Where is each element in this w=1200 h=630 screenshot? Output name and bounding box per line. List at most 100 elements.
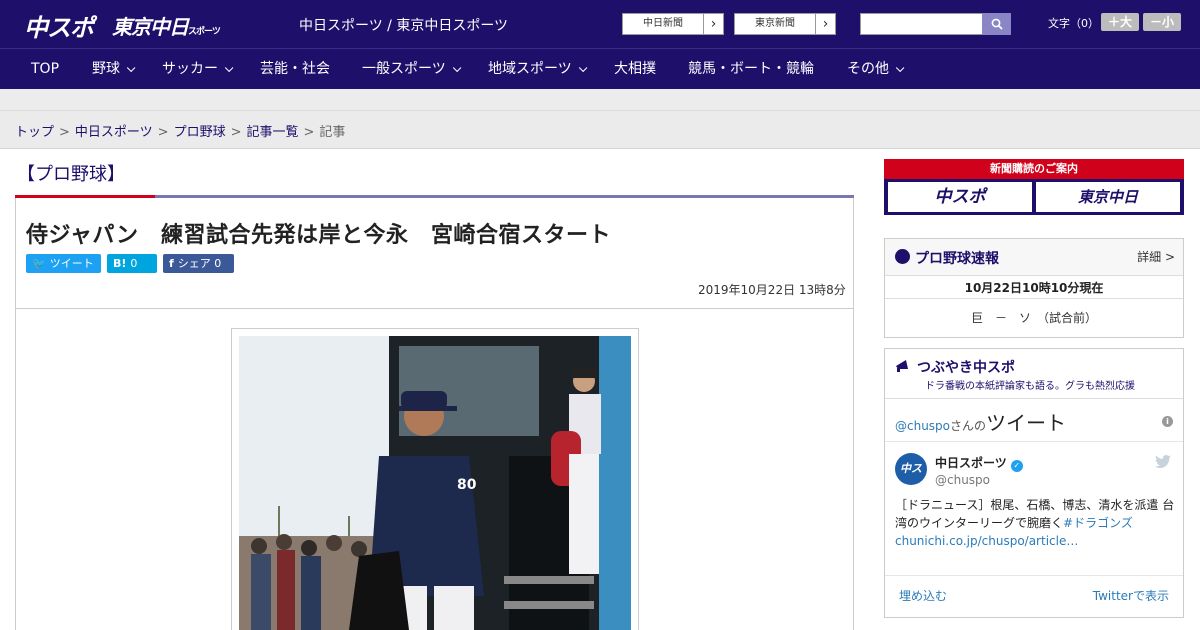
- article-photo[interactable]: 80: [239, 336, 631, 630]
- search-input[interactable]: [860, 13, 983, 35]
- tweet-footer-separator: [885, 575, 1183, 576]
- hatena-bookmark-button[interactable]: B! 0: [107, 254, 157, 273]
- nav-label: その他: [847, 61, 889, 77]
- site-name: 中日スポーツ / 東京中日スポーツ: [299, 18, 509, 34]
- subscription-title: 新聞購読のご案内: [884, 159, 1184, 179]
- font-increase-button[interactable]: ＋大: [1101, 13, 1139, 31]
- breadcrumb-separator: >: [59, 125, 70, 140]
- avatar[interactable]: 中スポ: [895, 453, 927, 507]
- breadcrumb-separator: >: [230, 125, 242, 140]
- article-category: 【プロ野球】: [17, 164, 125, 185]
- score-details-link[interactable]: 詳細 >: [1137, 248, 1175, 265]
- publish-date: 2019年10月22日 13時8分: [698, 283, 846, 297]
- chevron-down-icon: [126, 63, 136, 73]
- fb-count: 0: [214, 257, 222, 270]
- nav-baseball[interactable]: 野球: [92, 49, 136, 90]
- article-divider: [16, 308, 853, 309]
- facebook-share-button[interactable]: f シェア 0: [163, 254, 234, 273]
- breadcrumb-pro-baseball[interactable]: プロ野球: [174, 125, 226, 140]
- tweet-button[interactable]: 🐦 ツイート: [26, 254, 101, 273]
- ext-link-label: 東京新聞: [755, 18, 795, 29]
- nav-label: 一般スポーツ: [362, 61, 446, 77]
- breadcrumb-current: 記事: [319, 125, 346, 140]
- subscribe-chuspo-logo: 中スポ: [888, 182, 1032, 212]
- chevron-right-icon: ›: [815, 14, 835, 34]
- baseball-icon: [895, 249, 910, 264]
- tweet-label: ツイート: [49, 257, 94, 270]
- breadcrumb: トップ > 中日スポーツ > プロ野球 > 記事一覧 > 記事: [15, 121, 345, 140]
- score-game-row[interactable]: 巨 － ソ （試合前）: [885, 309, 1183, 326]
- verified-icon: ✓: [1010, 460, 1023, 472]
- hatena-count: 0: [130, 257, 138, 270]
- breadcrumb-chunichi-sports[interactable]: 中日スポーツ: [75, 125, 153, 140]
- baseball-score-box: プロ野球速報 詳細 > 10月22日10時10分現在 巨 － ソ （試合前）: [884, 238, 1184, 338]
- chunichi-shimbun-link[interactable]: 中日新聞 ›: [622, 13, 724, 35]
- tweet-box-title: つぶやき中スポ: [917, 360, 1015, 376]
- embed-link[interactable]: 埋め込む: [899, 587, 947, 604]
- tokyo-logo-small: スポーツ: [188, 27, 221, 37]
- photo-illustration: 80: [239, 336, 631, 630]
- tweet-separator: [885, 441, 1183, 442]
- tweet-author-label: 中日スポーツ: [935, 456, 1007, 470]
- breadcrumb-top[interactable]: トップ: [15, 125, 54, 140]
- search-icon: [991, 18, 1003, 30]
- breadcrumb-bar: トップ > 中日スポーツ > プロ野球 > 記事一覧 > 記事: [0, 111, 1200, 149]
- nav-top[interactable]: TOP: [31, 49, 59, 90]
- nav-label: 大相撲: [614, 61, 656, 77]
- tweet-box-subtitle: ドラ番戦の本紙評論家も語る。グラも熱烈応援: [925, 381, 1135, 392]
- breadcrumb-article-list[interactable]: 記事一覧: [247, 125, 299, 140]
- twitter-icon: 🐦: [32, 257, 46, 270]
- nav-soccer[interactable]: サッカー: [162, 49, 234, 90]
- ad-stripe: [0, 89, 1200, 111]
- facebook-icon: f: [169, 257, 174, 270]
- fb-label: シェア: [177, 257, 211, 270]
- breadcrumb-separator: >: [303, 125, 315, 140]
- info-icon[interactable]: i: [1162, 416, 1173, 427]
- nav-label: 野球: [92, 61, 120, 77]
- nav-regional-sports[interactable]: 地域スポーツ: [488, 49, 588, 90]
- tweet-author-handle[interactable]: @chuspo: [935, 473, 990, 487]
- chevron-down-icon: [452, 63, 462, 73]
- score-box-title: プロ野球速報: [915, 251, 999, 267]
- hatena-icon: B!: [113, 257, 127, 270]
- tokyo-chunichi-logo[interactable]: 東京中日スポーツ: [112, 11, 221, 40]
- tokyo-logo-text: 東京中日: [112, 15, 189, 39]
- top-bar: 中スポ 東京中日スポーツ 中日スポーツ / 東京中日スポーツ 中日新聞 › 東京…: [0, 0, 1200, 48]
- tweets-handle-link[interactable]: @chuspo: [895, 419, 950, 433]
- nav-general-sports[interactable]: 一般スポーツ: [362, 49, 462, 90]
- tokyo-shimbun-link[interactable]: 東京新聞 ›: [734, 13, 836, 35]
- nav-label: TOP: [31, 61, 60, 77]
- nav-label: サッカー: [162, 61, 218, 77]
- tweets-heading: ツイート: [986, 411, 1067, 435]
- tweet-box: つぶやき中スポ ドラ番戦の本紙評論家も語る。グラも熱烈応援 @chuspoさんの…: [884, 348, 1184, 618]
- font-decrease-button[interactable]: －小: [1143, 13, 1181, 31]
- twitter-bird-icon[interactable]: [1155, 455, 1171, 469]
- chuspo-logo[interactable]: 中スポ: [24, 8, 94, 43]
- main-nav: TOP 野球 サッカー 芸能・社会 一般スポーツ 地域スポーツ 大相撲 競馬・ボ…: [0, 48, 1200, 89]
- nav-label: 芸能・社会: [260, 61, 330, 77]
- nav-racing[interactable]: 競馬・ボート・競輪: [688, 49, 814, 90]
- chevron-down-icon: [895, 63, 905, 73]
- score-box-header: プロ野球速報 詳細 >: [885, 239, 1183, 276]
- tweet-body: ［ドラニュース］根尾、石橋、博志、清水を派遣 台湾のウインターリーグで腕磨く#ド…: [895, 496, 1175, 550]
- tweet-author-name[interactable]: 中日スポーツ ✓: [935, 454, 1023, 472]
- ext-link-label: 中日新聞: [643, 18, 683, 29]
- nav-sumo[interactable]: 大相撲: [614, 49, 656, 90]
- article-headline: 侍ジャパン 練習試合先発は岸と今永 宮崎合宿スタート: [26, 223, 612, 248]
- jersey-number: 80: [457, 477, 477, 493]
- nav-entertainment[interactable]: 芸能・社会: [260, 49, 330, 90]
- score-timestamp: 10月22日10時10分現在: [885, 277, 1183, 299]
- chevron-down-icon: [224, 63, 234, 73]
- search-button[interactable]: [982, 13, 1011, 35]
- font-size-label: 文字（0）: [1048, 17, 1099, 30]
- subscribe-tokyo-logo: 東京中日: [1036, 182, 1180, 212]
- tweets-from: @chuspoさんのツイート: [895, 407, 1066, 436]
- megaphone-icon: [896, 360, 908, 372]
- view-on-twitter-link[interactable]: Twitterで表示: [1093, 587, 1169, 604]
- nav-label: 地域スポーツ: [488, 61, 572, 77]
- tweet-box-header: つぶやき中スポ ドラ番戦の本紙評論家も語る。グラも熱烈応援: [885, 349, 1183, 399]
- subscription-banner[interactable]: 新聞購読のご案内 中スポ 東京中日: [884, 159, 1184, 215]
- chevron-right-icon: ›: [703, 14, 723, 34]
- nav-other[interactable]: その他: [847, 49, 905, 90]
- chevron-down-icon: [578, 63, 588, 73]
